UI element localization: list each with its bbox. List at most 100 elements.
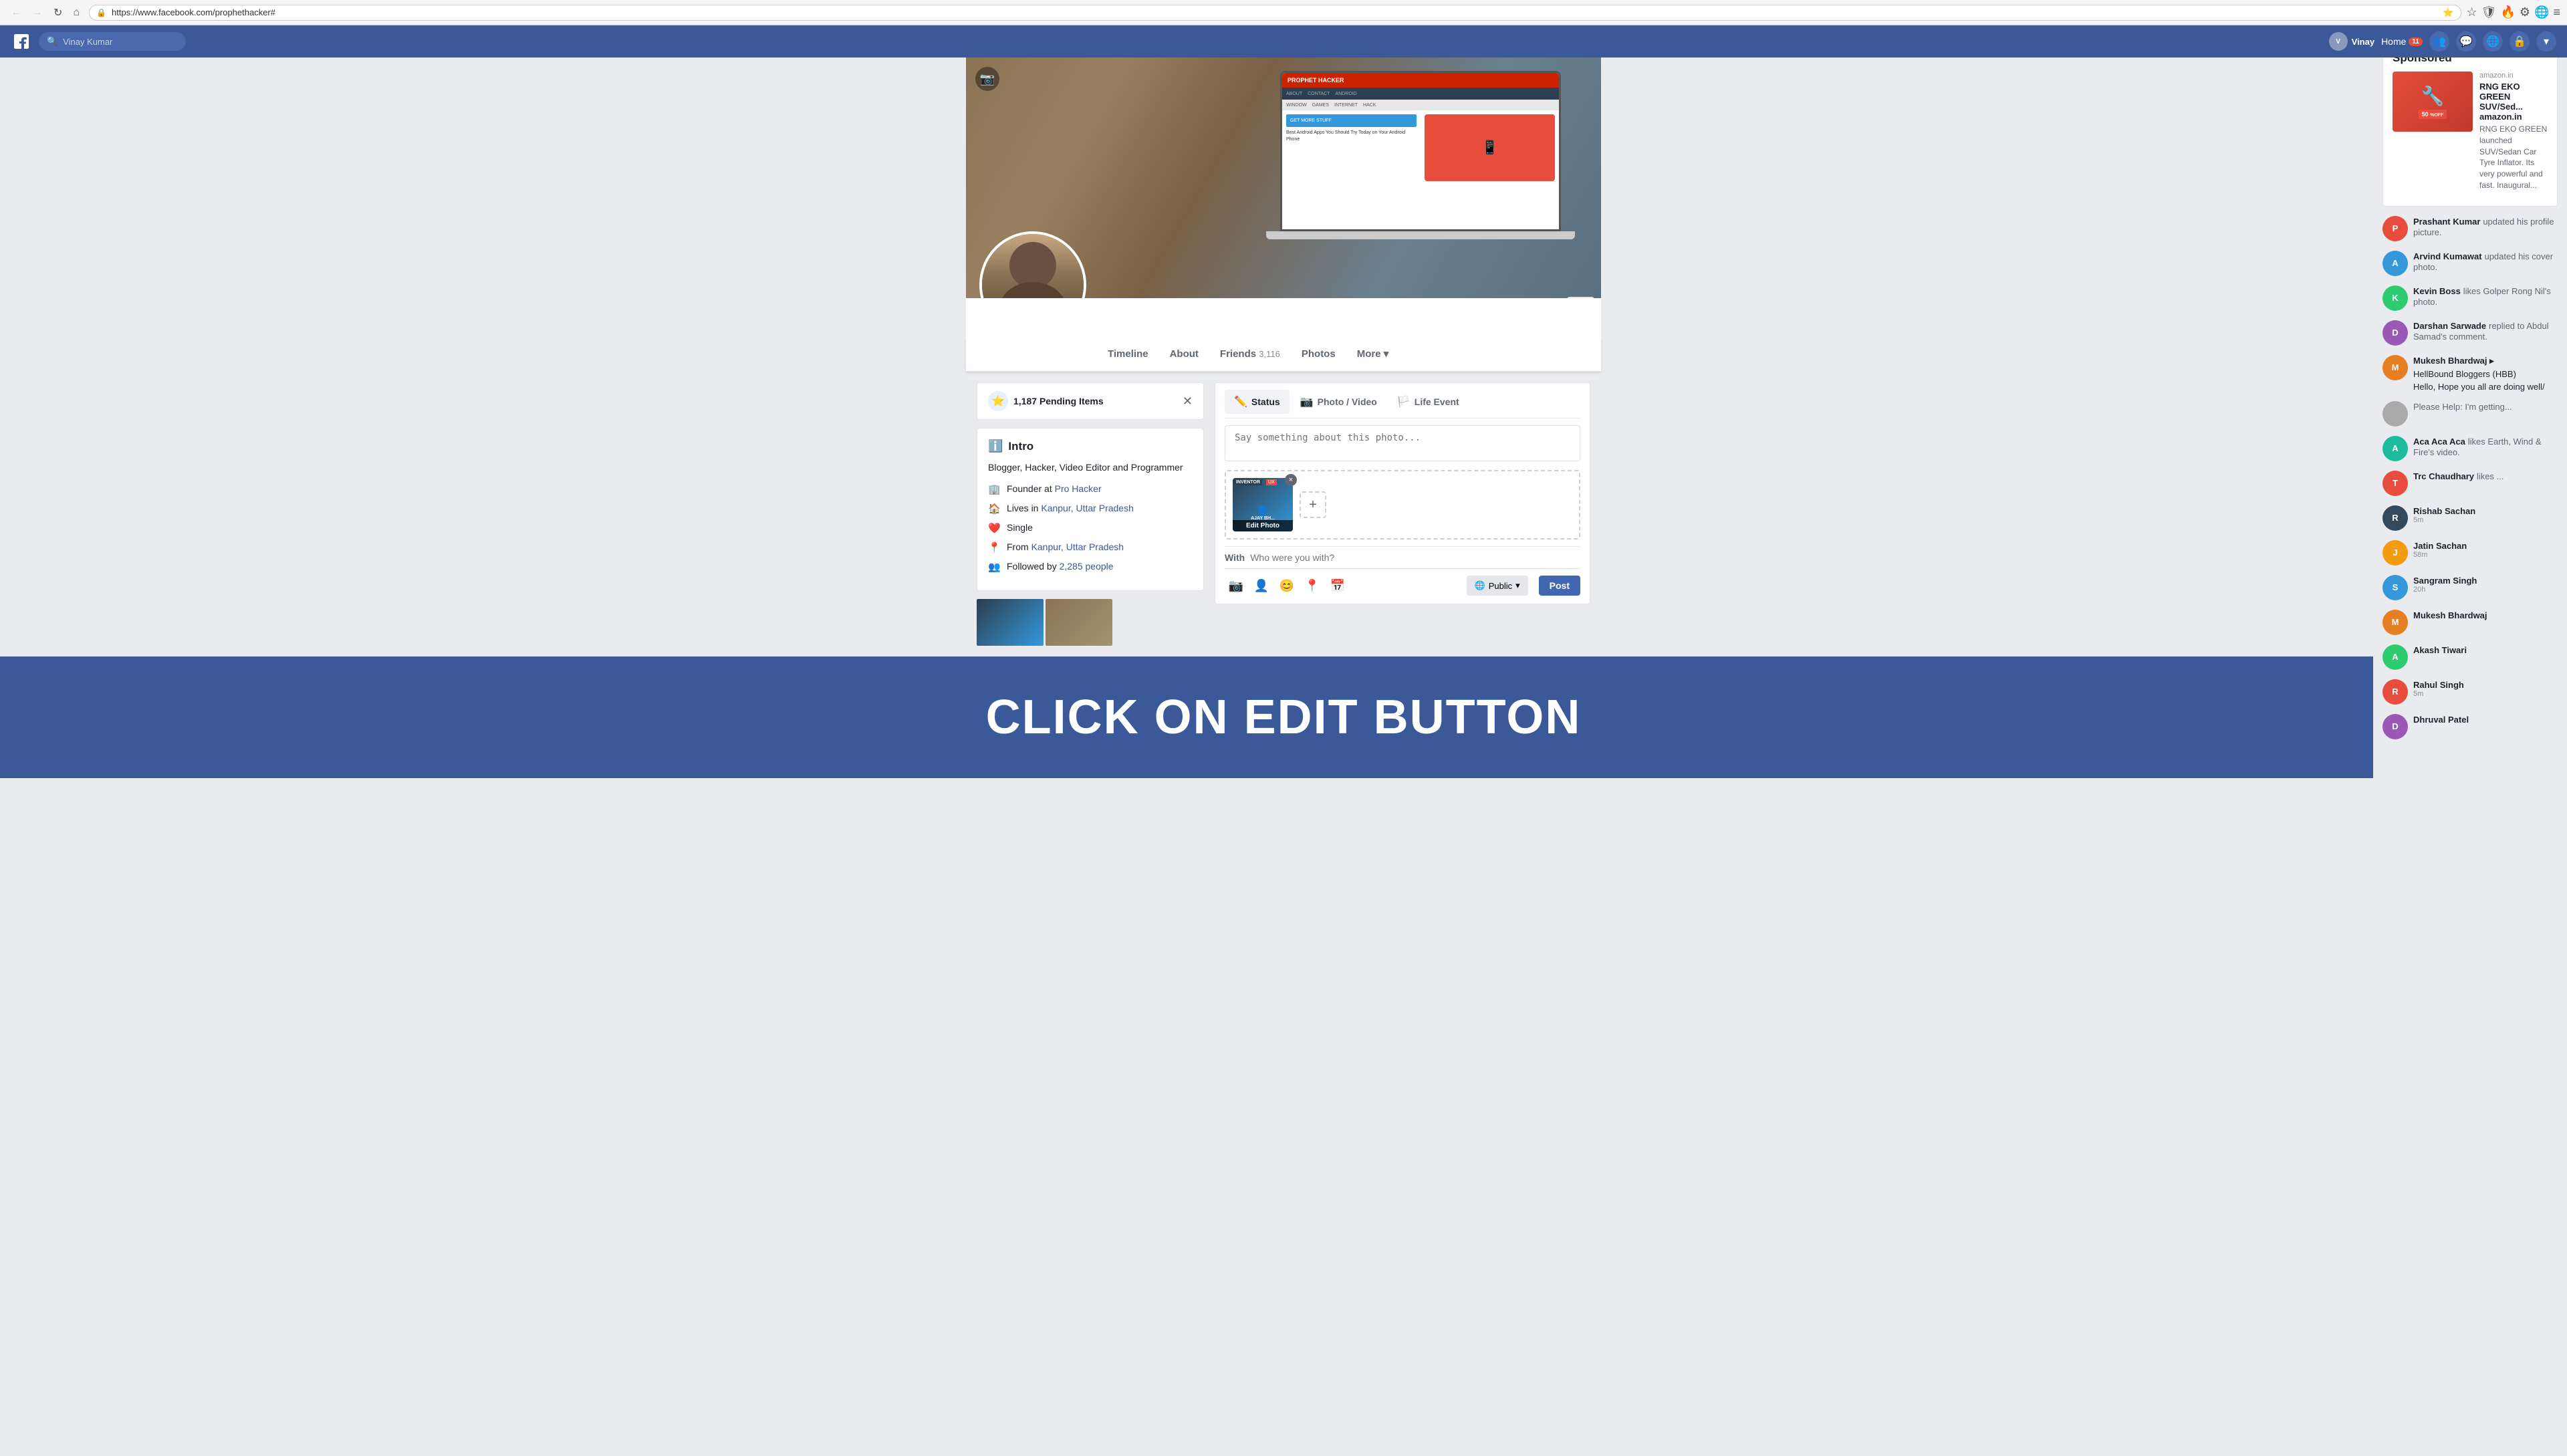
news-message-2: Hello, Hope you all are doing well/	[2413, 382, 2558, 392]
with-input[interactable]	[1250, 552, 1580, 563]
search-bar[interactable]: 🔍 Vinay Kumar	[39, 32, 186, 51]
news-text: Jatin Sachan 58m	[2413, 540, 2558, 559]
list-item: J Jatin Sachan 58m	[2382, 540, 2558, 566]
user-avatar: V	[2329, 32, 2348, 51]
news-name: Aca Aca Aca	[2413, 437, 2465, 447]
add-more-photo-button[interactable]: +	[1300, 491, 1326, 518]
news-text: Prashant Kumar updated his profile pictu…	[2413, 216, 2558, 237]
extension-icon-1[interactable]: 🛡	[2481, 5, 2497, 19]
url-bar[interactable]: 🔒 https://www.facebook.com/prophethacker…	[89, 5, 2461, 21]
feeling-button[interactable]: 😊	[1275, 574, 1298, 597]
tab-more[interactable]: More ▾	[1346, 338, 1400, 371]
avatar: S	[2382, 575, 2408, 600]
news-name: Rishab Sachan	[2413, 506, 2475, 516]
avatar: R	[2382, 505, 2408, 531]
close-photo-button[interactable]: ×	[1285, 474, 1297, 486]
privacy-icon[interactable]: 🔒	[2510, 31, 2530, 51]
cover-camera-icon[interactable]: 📷	[975, 67, 999, 91]
activity-log-button[interactable]: View Activity Log 10+	[1450, 298, 1562, 299]
news-time: 5m	[2413, 690, 2558, 698]
messages-icon[interactable]: 💬	[2456, 31, 2476, 51]
profile-nav-bar: Timeline About Friends 3,116 Photos More…	[966, 338, 1601, 372]
pending-close-button[interactable]: ✕	[1183, 394, 1193, 408]
intro-detail-from: 📍 From Kanpur, Uttar Pradesh	[988, 541, 1193, 555]
uploaded-photo-thumb: INVENTOR UX 👤 AJAY BH... Edit Photo ×	[1233, 478, 1293, 531]
event-button[interactable]: 📅	[1326, 574, 1349, 597]
photo-video-icon: 📷	[1300, 395, 1314, 408]
cover-photo-area: PROPHET HACKER ABOUT CONTACT ANDROID WIN…	[966, 57, 1601, 298]
avatar: P	[2382, 216, 2408, 241]
search-icon: ⭐	[2443, 7, 2453, 18]
location-button[interactable]: 📍	[1301, 574, 1324, 597]
tab-friends[interactable]: Friends 3,116	[1209, 339, 1291, 371]
ad-source: amazon.in	[2479, 72, 2548, 80]
avatar: A	[2382, 644, 2408, 670]
tab-timeline[interactable]: Timeline	[1097, 339, 1159, 371]
header-user[interactable]: V Vinay	[2329, 32, 2374, 51]
browser-chrome: ← → ↻ ⌂ 🔒 https://www.facebook.com/proph…	[0, 0, 2567, 25]
notifications-icon[interactable]: 🌐	[2483, 31, 2503, 51]
privacy-button[interactable]: 🌐 Public ▾	[1467, 576, 1528, 596]
news-action: Please Help: I'm getting...	[2413, 402, 2512, 412]
reload-button[interactable]: ↻	[49, 5, 66, 21]
news-message: HellBound Bloggers (HBB)	[2413, 369, 2558, 379]
life-event-icon: 🏳️	[1397, 395, 1411, 408]
composer-text-input[interactable]	[1225, 425, 1580, 461]
composer-tab-event[interactable]: 🏳️ Life Event	[1388, 390, 1469, 414]
photo-preview-1[interactable]	[977, 599, 1044, 646]
with-field: With	[1225, 546, 1580, 568]
add-photo-button[interactable]: 📷	[1225, 574, 1247, 597]
list-item: A Akash Tiwari	[2382, 644, 2558, 670]
dropdown-icon[interactable]: ▾	[2536, 31, 2556, 51]
inventor-label: INVENTOR	[1234, 479, 1262, 485]
home-link[interactable]: Home 11	[2381, 36, 2423, 47]
tab-photos[interactable]: Photos	[1291, 339, 1346, 371]
profile-pic	[979, 231, 1086, 298]
photo-preview-2[interactable]	[1046, 599, 1112, 646]
header-nav: V Vinay Home 11 👥 💬 🌐 🔒 ▾	[193, 31, 2556, 51]
laptop-mockup: PROPHET HACKER ABOUT CONTACT ANDROID WIN…	[1280, 71, 1561, 258]
ad-title[interactable]: RNG EKO GREEN SUV/Sed... amazon.in	[2479, 82, 2548, 122]
pro-hacker-link[interactable]: Pro Hacker	[1055, 483, 1102, 494]
menu-icon[interactable]: ≡	[2553, 5, 2560, 19]
news-text: Dhruval Patel	[2413, 714, 2558, 725]
avatar	[2382, 401, 2408, 427]
post-button[interactable]: Post	[1539, 576, 1580, 596]
location-link[interactable]: Kanpur, Uttar Pradesh	[1041, 503, 1134, 513]
news-text: Please Help: I'm getting...	[2413, 401, 2558, 412]
composer-tab-status[interactable]: ✏️ Status	[1225, 390, 1290, 414]
home-label: Home	[2381, 36, 2406, 47]
pending-items-box: ⭐ 1,187 Pending Items ✕	[977, 382, 1204, 420]
news-name: Sangram Singh	[2413, 576, 2477, 586]
tag-people-button[interactable]: 👤	[1250, 574, 1273, 597]
news-name: Dhruval Patel	[2413, 715, 2469, 725]
news-text: Sangram Singh 20h	[2413, 575, 2558, 594]
home-button[interactable]: ⌂	[69, 5, 84, 21]
tab-about[interactable]: About	[1159, 339, 1209, 371]
back-button[interactable]: ←	[7, 5, 25, 21]
extension-icon-4[interactable]: 🌐	[2534, 5, 2549, 19]
avatar: J	[2382, 540, 2408, 566]
list-item: P Prashant Kumar updated his profile pic…	[2382, 216, 2558, 241]
bookmark-icon[interactable]: ☆	[2467, 5, 2477, 19]
list-item: A Arvind Kumawat updated his cover photo…	[2382, 251, 2558, 276]
update-info-button[interactable]: Update Info	[1378, 298, 1445, 299]
friends-icon[interactable]: 👥	[2429, 31, 2449, 51]
pending-items-left: ⭐ 1,187 Pending Items	[988, 391, 1104, 411]
profile-pic-area: 📷	[979, 231, 1086, 298]
extension-icon-3[interactable]: ⚙	[2520, 5, 2530, 19]
extension-icon-2[interactable]: 🔥	[2501, 5, 2516, 19]
edit-photo-button[interactable]: Edit Photo	[1233, 520, 1293, 531]
composer-tab-photo[interactable]: 📷 Photo / Video	[1291, 390, 1386, 414]
news-text: Rahul Singh 5m	[2413, 679, 2558, 698]
forward-button[interactable]: →	[28, 5, 47, 21]
composer-actions: 📷 👤 😊 📍 📅	[1225, 574, 1349, 597]
followers-link[interactable]: 2,285 people	[1060, 561, 1114, 572]
profile-nav-wrapper: Timeline About Friends 3,116 Photos More…	[966, 338, 1601, 372]
more-options-button[interactable]: •••	[1567, 297, 1594, 298]
laptop-screen: PROPHET HACKER ABOUT CONTACT ANDROID WIN…	[1280, 71, 1561, 231]
intro-detail-lives: 🏠 Lives in Kanpur, Uttar Pradesh	[988, 502, 1193, 516]
browser-bar: ← → ↻ ⌂ 🔒 https://www.facebook.com/proph…	[0, 0, 2567, 25]
from-link[interactable]: Kanpur, Uttar Pradesh	[1031, 541, 1124, 552]
photo-upload-area: INVENTOR UX 👤 AJAY BH... Edit Photo × +	[1225, 470, 1580, 539]
